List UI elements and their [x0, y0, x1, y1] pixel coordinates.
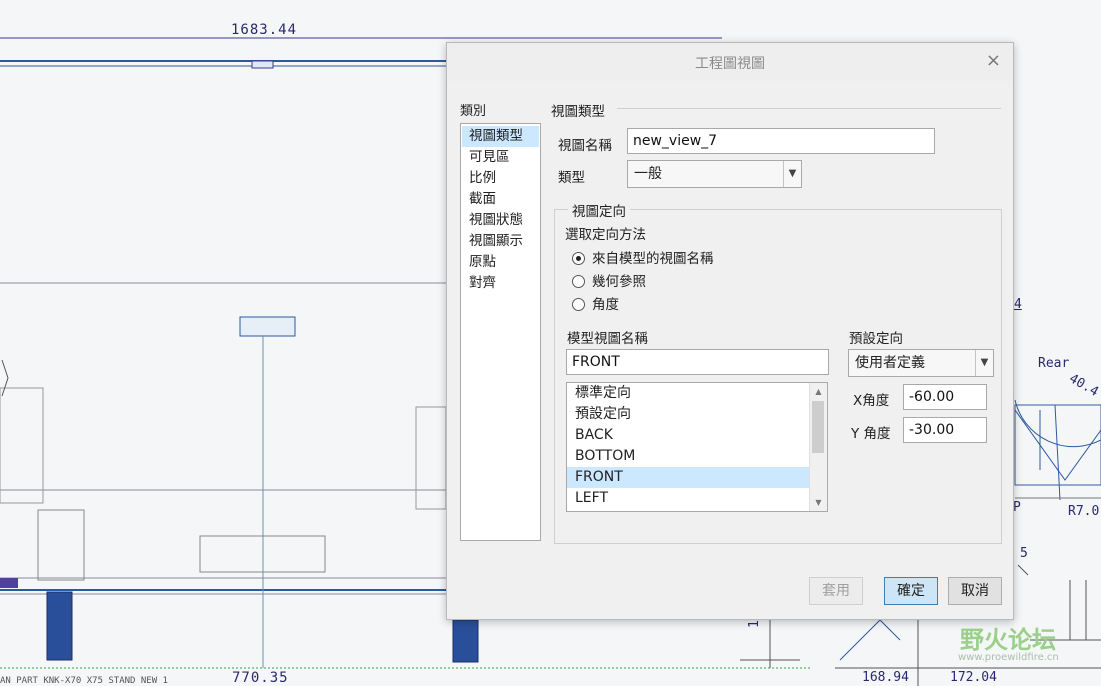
category-alignment[interactable]: 對齊 [462, 273, 539, 294]
default-orientation-value: 使用者定義 [855, 355, 925, 371]
dialog-title: 工程圖視圖 [695, 56, 765, 72]
radio-label: 角度 [592, 297, 619, 313]
watermark-url: www.proewildfire.cn [958, 652, 1059, 663]
category-scale[interactable]: 比例 [462, 168, 539, 189]
dimension-top: 1683.44 [231, 22, 298, 38]
y-angle-input[interactable]: -30.00 [903, 417, 987, 443]
radio-selected-icon[interactable] [572, 252, 585, 265]
chevron-down-icon[interactable]: ▼ [783, 161, 801, 187]
category-section[interactable]: 截面 [462, 189, 539, 210]
default-orientation-label: 預設定向 [849, 331, 903, 347]
ok-button[interactable]: 確定 [884, 577, 938, 605]
radio-label: 來自模型的視圖名稱 [592, 251, 714, 267]
category-visible-area[interactable]: 可見區 [462, 147, 539, 168]
label-4: 4 [1014, 297, 1022, 312]
cancel-button[interactable]: 取消 [948, 577, 1002, 605]
drawing-footer-text: AN PART KNK-X70 X75 STAND NEW 1 [0, 676, 168, 686]
radio-from-model-view[interactable]: 來自模型的視圖名稱 [572, 249, 714, 269]
list-item[interactable]: BACK [567, 425, 809, 446]
model-view-input[interactable]: FRONT [566, 349, 829, 375]
dialog-titlebar[interactable]: 工程圖視圖 × [447, 43, 1013, 81]
radio-angle[interactable]: 角度 [572, 295, 619, 315]
close-icon[interactable]: × [986, 50, 1001, 71]
x-angle-input[interactable]: -60.00 [903, 384, 987, 410]
list-item[interactable]: BOTTOM [567, 446, 809, 467]
radio-icon[interactable] [572, 275, 585, 288]
list-item[interactable]: 預設定向 [567, 404, 809, 425]
watermark-text: 野火论坛 [960, 626, 1056, 654]
dimension-bottom: 770.35 [232, 670, 289, 686]
type-label: 類型 [558, 170, 585, 186]
label-5: 5 [1020, 546, 1028, 561]
list-item-selected[interactable]: FRONT [567, 467, 809, 488]
category-origin[interactable]: 原點 [462, 252, 539, 273]
dimension-right-b: 172.04 [950, 670, 997, 685]
section-divider [617, 108, 1001, 109]
scroll-up-icon[interactable]: ▲ [810, 383, 827, 400]
scroll-thumb[interactable] [812, 401, 824, 453]
model-view-label: 模型視圖名稱 [567, 331, 648, 347]
type-select-value: 一般 [634, 166, 662, 182]
radio-geometry-reference[interactable]: 幾何參照 [572, 272, 646, 292]
orientation-group-title: 視圖定向 [568, 200, 630, 220]
drawing-view-dialog: 工程圖視圖 × 類別 視圖類型 可見區 比例 截面 視圖狀態 視圖顯示 原點 對… [446, 42, 1014, 620]
view-name-input[interactable]: new_view_7 [627, 128, 935, 154]
category-view-state[interactable]: 視圖狀態 [462, 210, 539, 231]
model-view-list: 標準定向 預設定向 BACK BOTTOM FRONT LEFT ▲ ▼ [566, 382, 828, 512]
list-item[interactable]: LEFT [567, 488, 809, 509]
view-name-label: 視圖名稱 [558, 138, 612, 154]
chevron-down-icon[interactable]: ▼ [975, 350, 993, 376]
apply-button[interactable]: 套用 [809, 577, 863, 605]
categories-list: 視圖類型 可見區 比例 截面 視圖狀態 視圖顯示 原點 對齊 [460, 123, 541, 541]
list-scrollbar[interactable]: ▲ ▼ [809, 383, 827, 511]
category-view-display[interactable]: 視圖顯示 [462, 231, 539, 252]
default-orientation-select[interactable]: 使用者定義 ▼ [848, 349, 994, 377]
type-select[interactable]: 一般 ▼ [627, 160, 802, 188]
dimension-right-a: 168.94 [862, 670, 909, 685]
label-p: P [1013, 500, 1021, 515]
scroll-down-icon[interactable]: ▼ [810, 494, 827, 511]
categories-label: 類別 [460, 104, 487, 119]
label-rear: Rear [1038, 356, 1070, 371]
list-item[interactable]: 標準定向 [567, 383, 809, 404]
label-radius: R7.0 [1068, 504, 1100, 519]
radio-label: 幾何參照 [592, 274, 646, 290]
radio-icon[interactable] [572, 298, 585, 311]
x-angle-label: X角度 [853, 393, 890, 409]
category-view-type[interactable]: 視圖類型 [462, 126, 539, 147]
method-label: 選取定向方法 [565, 227, 646, 243]
section-title: 視圖類型 [551, 104, 605, 120]
y-angle-label: Y 角度 [851, 426, 891, 442]
